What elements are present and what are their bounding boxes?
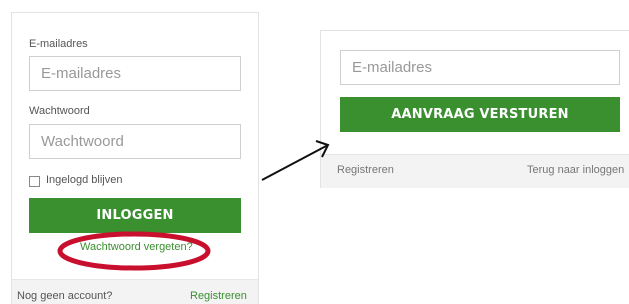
annotation-layer: [57, 140, 330, 271]
highlight-ellipse: [57, 231, 211, 271]
arrow-icon: [261, 140, 330, 181]
